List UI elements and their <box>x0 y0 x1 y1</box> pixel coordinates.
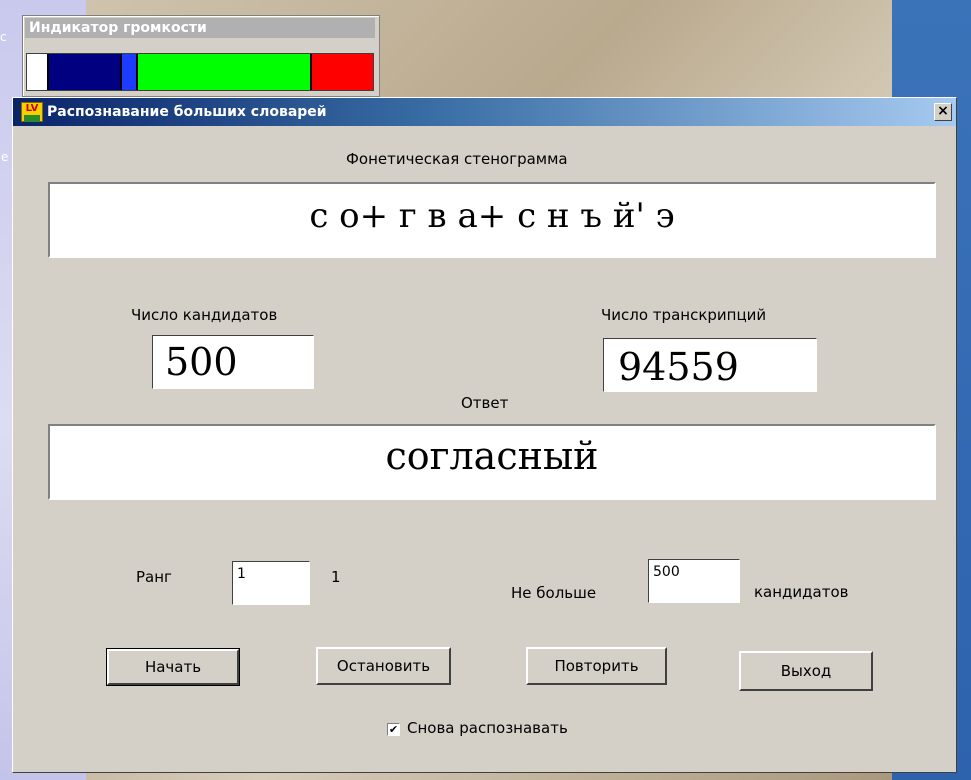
close-icon: × <box>937 103 949 119</box>
rank-input[interactable]: 1 <box>232 561 310 605</box>
transcriptions-label: Число транскрипций <box>601 306 767 324</box>
phonetic-field: с о+ г в а+ с н ъ й' э <box>48 182 936 258</box>
answer-value: согласный <box>385 434 599 478</box>
transcriptions-value: 94559 <box>618 345 739 389</box>
rank-display: 1 <box>331 568 341 586</box>
candidates-label: Число кандидатов <box>131 306 278 324</box>
volume-indicator-window: Индикатор громкости <box>22 15 380 97</box>
desktop-text-fragment: e <box>1 150 9 164</box>
volume-segment <box>121 54 138 90</box>
volume-segment <box>312 54 373 90</box>
candidates-field: 500 <box>152 335 314 389</box>
answer-label: Ответ <box>461 394 509 412</box>
close-button[interactable]: × <box>934 103 952 121</box>
rank-label: Ранг <box>136 568 172 586</box>
recognize-again-label: Снова распознавать <box>407 719 568 737</box>
phonetic-label: Фонетическая стенограмма <box>346 150 568 168</box>
volume-segment <box>137 54 313 90</box>
phonetic-value: с о+ г в а+ с н ъ й' э <box>309 196 675 236</box>
recognition-dialog: LV Распознавание больших словарей × Фоне… <box>12 97 957 773</box>
volume-level-bar <box>26 53 374 91</box>
app-logo-icon: LV <box>21 102 43 122</box>
limit-input-value: 500 <box>653 564 680 580</box>
dialog-title: Распознавание больших словарей <box>47 104 327 120</box>
rank-input-value: 1 <box>237 566 246 582</box>
volume-indicator-title: Индикатор громкости <box>25 18 375 38</box>
candidates-unit-label: кандидатов <box>754 583 849 601</box>
volume-segment <box>48 54 122 90</box>
recognize-again-checkbox[interactable]: ✔ <box>387 723 400 736</box>
exit-button[interactable]: Выход <box>739 651 873 691</box>
limit-label: Не больше <box>511 584 597 602</box>
stop-button[interactable]: Остановить <box>316 647 451 685</box>
transcriptions-field: 94559 <box>603 338 817 392</box>
start-button[interactable]: Начать <box>106 648 240 686</box>
volume-segment <box>27 54 49 90</box>
app-logo-text: LV <box>25 103 39 114</box>
checkmark-icon: ✔ <box>388 723 399 736</box>
desktop-text-fragment: c <box>0 30 7 44</box>
limit-input[interactable]: 500 <box>648 559 740 603</box>
answer-field: согласный <box>48 424 936 500</box>
candidates-value: 500 <box>165 340 238 384</box>
repeat-button[interactable]: Повторить <box>526 647 667 685</box>
dialog-titlebar[interactable]: LV Распознавание больших словарей × <box>13 98 956 126</box>
